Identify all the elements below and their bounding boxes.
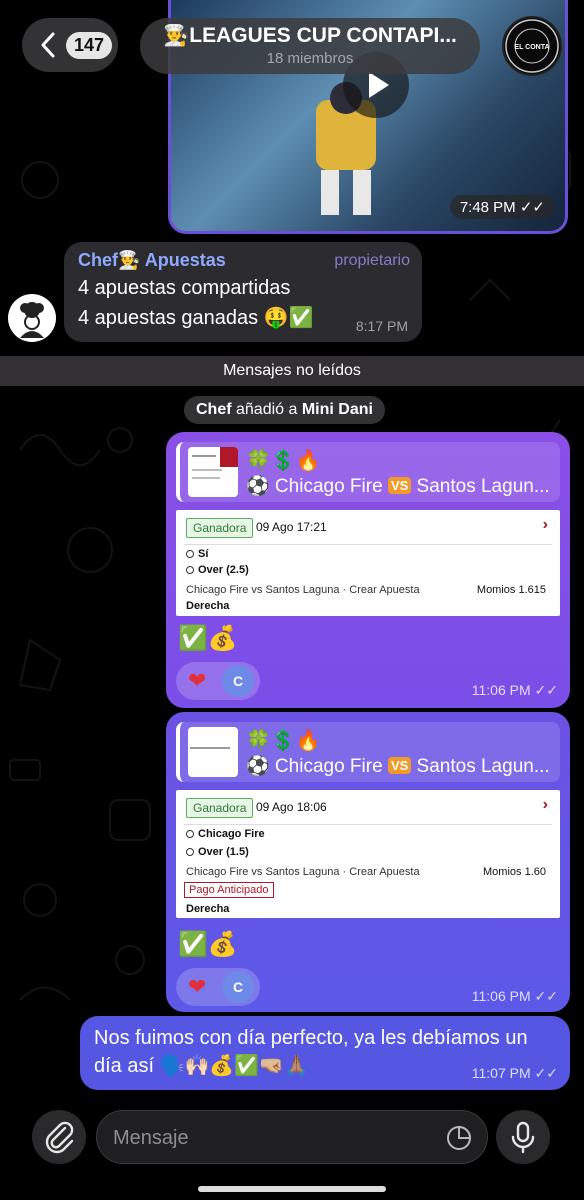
status-badge: Ganadora xyxy=(186,798,254,818)
chevron-right-icon[interactable]: › xyxy=(543,796,548,814)
role-badge: propietario xyxy=(334,252,410,269)
chef-icon xyxy=(20,302,44,338)
reactor-avatar: C xyxy=(222,665,254,697)
paperclip-icon xyxy=(45,1121,74,1154)
pick-item: Over (2.5) xyxy=(186,564,249,576)
chat-header: 147 👨‍🍳LEAGUES CUP CONTAPI... 18 miembro… xyxy=(0,0,584,92)
link-preview[interactable]: 🍀💲🔥 ⚽️ Chicago Fire VS Santos Lagun... xyxy=(176,722,560,782)
divider xyxy=(184,544,552,545)
message-line: 4 apuestas compartidas xyxy=(78,277,291,299)
message-emoji: ✅💰 xyxy=(178,625,238,652)
message-emoji: ✅💰 xyxy=(178,931,238,958)
bet-date: 09 Ago 17:21 xyxy=(256,520,327,534)
attach-button[interactable] xyxy=(32,1110,86,1164)
back-button[interactable]: 147 xyxy=(22,18,118,72)
outgoing-message-text[interactable]: Nos fuimos con día perfecto, ya les debí… xyxy=(80,1016,570,1090)
pick-item: Sí xyxy=(186,548,208,560)
bet-card[interactable]: Ganadora 09 Ago 18:06 › Chicago Fire Ove… xyxy=(176,790,560,918)
message-time: 11:06 PM ✓✓ xyxy=(471,682,558,698)
service-message: Chef añadió a Mini Dani xyxy=(184,396,385,424)
outgoing-message-bet[interactable]: 🍀💲🔥 ⚽️ Chicago Fire VS Santos Lagun... G… xyxy=(166,712,570,1012)
preview-emoji: 🍀💲🔥 xyxy=(246,730,321,752)
message-time: 11:07 PM ✓✓ xyxy=(471,1065,558,1081)
odds: Momios 1.60 xyxy=(483,866,546,878)
divider xyxy=(184,824,552,825)
chat-title: 👨‍🍳LEAGUES CUP CONTAPI... xyxy=(163,24,457,47)
bet-label: Derecha xyxy=(186,903,230,915)
bet-label: Derecha xyxy=(186,600,230,612)
message-time: 7:48 PM ✓✓ xyxy=(449,195,555,219)
sender-avatar[interactable] xyxy=(8,294,56,342)
message-input[interactable] xyxy=(113,1123,433,1153)
unread-count-badge: 147 xyxy=(66,31,113,59)
message-input-container[interactable] xyxy=(96,1110,488,1164)
preview-thumbnail xyxy=(188,447,238,497)
heart-icon: ❤ xyxy=(188,974,207,999)
chevron-right-icon[interactable]: › xyxy=(543,516,548,534)
pick-item: Over (1.5) xyxy=(186,846,249,858)
microphone-button[interactable] xyxy=(496,1110,550,1164)
preview-title: ⚽️ Chicago Fire VS Santos Lagun... xyxy=(246,756,550,777)
svg-text:EL CONTA: EL CONTA xyxy=(514,44,549,51)
preview-emoji: 🍀💲🔥 xyxy=(246,450,321,472)
preview-thumbnail xyxy=(188,727,238,777)
pick-item: Chicago Fire xyxy=(186,828,265,840)
group-logo-icon: EL CONTA xyxy=(505,19,559,73)
chevron-left-icon xyxy=(41,32,55,58)
message-time: 8:17 PM xyxy=(355,318,408,334)
odds: Momios 1.615 xyxy=(476,584,546,596)
microphone-icon xyxy=(511,1121,535,1154)
reaction-chip[interactable]: ❤ C xyxy=(176,968,260,1006)
link-preview[interactable]: 🍀💲🔥 ⚽️ Chicago Fire VS Santos Lagun... xyxy=(176,442,560,502)
reactor-avatar: C xyxy=(222,971,254,1003)
home-indicator xyxy=(198,1186,386,1192)
status-badge: Ganadora xyxy=(186,518,254,538)
payout-tag: Pago Anticipado xyxy=(184,882,274,898)
member-count: 18 miembros xyxy=(266,50,354,67)
match-name: Chicago Fire vs Santos Laguna · Crear Ap… xyxy=(186,584,420,596)
preview-title: ⚽️ Chicago Fire VS Santos Lagun... xyxy=(246,476,550,497)
match-name: Chicago Fire vs Santos Laguna · Crear Ap… xyxy=(186,866,420,878)
bet-card[interactable]: Ganadora 09 Ago 17:21 › Sí Over (2.5) Ch… xyxy=(176,510,560,616)
bet-date: 09 Ago 18:06 xyxy=(256,800,327,814)
sticker-icon[interactable] xyxy=(445,1124,473,1152)
heart-icon: ❤ xyxy=(188,668,207,693)
unread-divider: Mensajes no leídos xyxy=(0,356,584,386)
message-time: 11:06 PM ✓✓ xyxy=(471,988,558,1004)
chat-title-pill[interactable]: 👨‍🍳LEAGUES CUP CONTAPI... 18 miembros xyxy=(140,18,480,74)
outgoing-message-bet[interactable]: 🍀💲🔥 ⚽️ Chicago Fire VS Santos Lagun... G… xyxy=(166,432,570,708)
group-avatar[interactable]: EL CONTA xyxy=(502,16,562,76)
incoming-message[interactable]: Chef👨‍🍳 Apuestas propietario 4 apuestas … xyxy=(64,242,422,342)
reaction-chip[interactable]: ❤ C xyxy=(176,662,260,700)
